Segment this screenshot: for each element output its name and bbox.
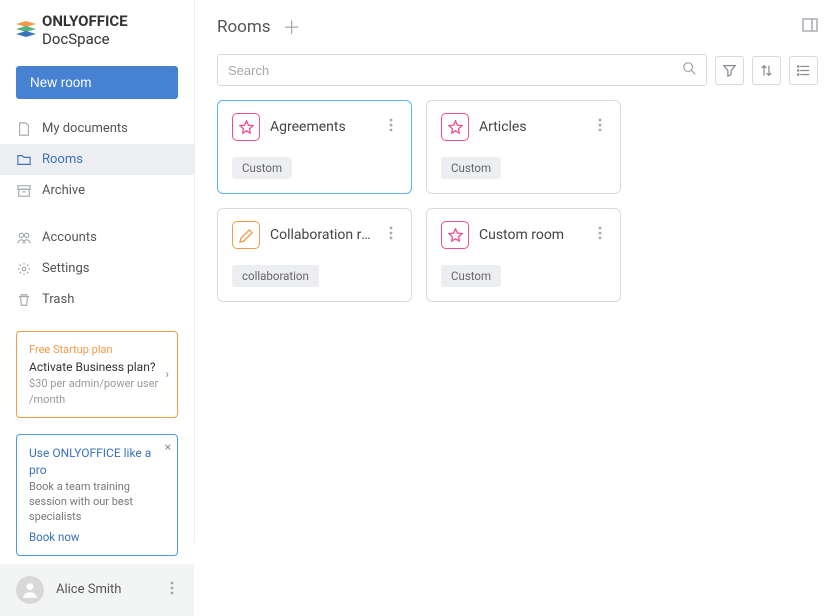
avatar[interactable] (16, 576, 44, 604)
room-menu-button[interactable] (385, 114, 397, 140)
room-tag[interactable]: Custom (232, 157, 292, 179)
plus-icon[interactable]: ＋ (283, 14, 301, 40)
document-icon (16, 122, 32, 136)
room-menu-button[interactable] (385, 222, 397, 248)
search-icon (682, 61, 696, 79)
room-card[interactable]: Collaboration room collaboration (217, 208, 412, 302)
nav-my-documents[interactable]: My documents (0, 113, 194, 144)
nav-rooms[interactable]: Rooms (0, 144, 194, 175)
panel-toggle-icon[interactable] (802, 18, 818, 36)
room-name: Collaboration room (270, 227, 375, 243)
nav-accounts[interactable]: Accounts (0, 222, 194, 253)
promo-training: × Use ONLYOFFICE like a pro Book a team … (16, 434, 178, 556)
chevron-right-icon: › (166, 366, 169, 382)
promo-tag: Free Startup plan (29, 342, 165, 357)
room-card[interactable]: Agreements Custom (217, 100, 412, 194)
gear-icon (16, 262, 32, 276)
user-name: Alice Smith (56, 582, 154, 597)
main: Rooms ＋ Agreements Custom Articles Custom Co… (195, 0, 840, 543)
close-icon[interactable]: × (165, 439, 171, 456)
nav-label: My documents (42, 121, 128, 136)
promo-sub: $30 per admin/power user (29, 376, 165, 391)
toolbar (195, 46, 840, 100)
promo-sub: /month (29, 392, 165, 407)
room-card[interactable]: Articles Custom (426, 100, 621, 194)
folder-icon (16, 153, 32, 167)
logo-icon (16, 21, 36, 39)
promo-title: Use ONLYOFFICE like a pro (29, 445, 165, 479)
nav-label: Accounts (42, 230, 97, 245)
search-input[interactable] (228, 63, 682, 78)
promo-business-plan[interactable]: Free Startup plan Activate Business plan… (16, 331, 178, 418)
promo-link[interactable]: Book now (29, 529, 80, 545)
room-tag[interactable]: collaboration (232, 265, 319, 287)
promo-sub: Book a team training session with our be… (29, 479, 165, 525)
promo-title: Activate Business plan? (29, 359, 165, 376)
app-name: ONLYOFFICE DocSpace (42, 12, 178, 48)
app-logo: ONLYOFFICE DocSpace (0, 0, 194, 60)
room-menu-button[interactable] (594, 222, 606, 248)
page-title: Rooms (217, 17, 271, 37)
sidebar-nav: My documents Rooms Archive Accounts Sett… (0, 113, 194, 323)
nav-settings[interactable]: Settings (0, 253, 194, 284)
nav-label: Settings (42, 261, 89, 276)
search-box[interactable] (217, 54, 707, 86)
view-list-button[interactable] (789, 56, 818, 85)
room-card[interactable]: Custom room Custom (426, 208, 621, 302)
new-room-button[interactable]: New room (16, 66, 178, 99)
trash-icon (16, 293, 32, 307)
nav-trash[interactable]: Trash (0, 284, 194, 315)
user-menu-button[interactable] (166, 577, 178, 603)
nav-label: Rooms (42, 152, 83, 167)
nav-label: Archive (42, 183, 85, 198)
user-row: Alice Smith (0, 564, 194, 616)
star-icon (441, 221, 469, 249)
nav-archive[interactable]: Archive (0, 175, 194, 206)
rooms-grid: Agreements Custom Articles Custom Collaborat… (195, 100, 840, 302)
nav-label: Trash (42, 292, 74, 307)
room-name: Articles (479, 119, 584, 135)
accounts-icon (16, 231, 32, 245)
room-name: Agreements (270, 119, 375, 135)
room-tag[interactable]: Custom (441, 157, 501, 179)
sidebar: ONLYOFFICE DocSpace New room My document… (0, 0, 195, 543)
pencil-icon (232, 221, 260, 249)
archive-icon (16, 184, 32, 198)
sort-button[interactable] (752, 56, 781, 85)
main-header: Rooms ＋ (195, 0, 840, 46)
star-icon (232, 113, 260, 141)
room-name: Custom room (479, 227, 584, 243)
filter-button[interactable] (715, 56, 744, 85)
star-icon (441, 113, 469, 141)
room-menu-button[interactable] (594, 114, 606, 140)
room-tag[interactable]: Custom (441, 265, 501, 287)
